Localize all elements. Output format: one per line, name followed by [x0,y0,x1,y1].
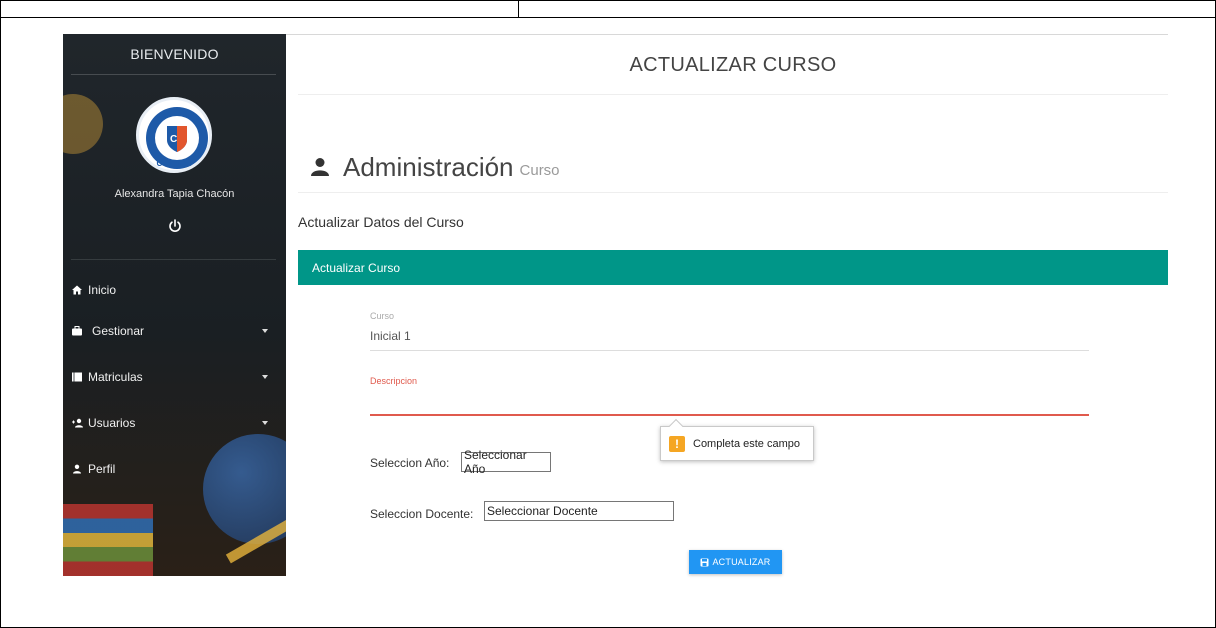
user-icon [70,462,84,476]
admin-title: Administración [343,152,514,182]
actualizar-button[interactable]: ACTUALIZAR [689,550,782,574]
sidebar-item-matriculas[interactable]: Matriculas [63,365,286,389]
sidebar-title-divider [71,74,276,75]
admin-divider [298,192,1168,193]
sidebar-title: BIENVENIDO [130,46,219,62]
sidebar-item-label: Gestionar [92,324,145,338]
sidebar-item-label: Matriculas [88,370,143,384]
section-title: Actualizar Datos del Curso [298,214,464,230]
tooltip-text: Completa este campo [693,437,800,450]
curso-label: Curso [370,311,395,321]
book-icon [70,370,84,384]
save-icon [700,558,709,566]
sidebar-item-label: Inicio [88,283,117,297]
anio-select[interactable]: Seleccionar Año [461,448,551,476]
anio-label: Seleccion Año: [370,456,450,470]
svg-text:C: C [170,134,177,145]
top-divider [286,34,1168,35]
home-icon [70,283,84,297]
decor-books [63,504,153,576]
sidebar-item-perfil[interactable]: Perfil [63,457,286,481]
power-icon[interactable] [167,218,183,234]
admin-subtitle: Curso [519,162,560,179]
sidebar-item-label: Usuarios [88,416,136,430]
actualizar-label: ACTUALIZAR [712,557,771,567]
briefcase-icon [70,324,84,338]
school-logo: C CUMBRE [136,97,212,173]
user-icon [309,156,331,178]
users-icon [70,416,84,430]
sidebar-item-gestionar[interactable]: Gestionar [63,319,286,343]
user-name: Alexandra Tapia Chacón [114,188,235,200]
chevron-down-icon [262,375,268,379]
admin-heading: Administración Curso [309,150,560,184]
chevron-down-icon [262,329,268,333]
frame-top-row [1,1,1216,18]
title-divider [298,94,1168,95]
validation-tooltip: ! Completa este campo [660,418,814,461]
chevron-down-icon [262,421,268,425]
curso-field[interactable]: Inicial 1 [370,329,411,343]
decor-blob [63,94,103,154]
panel-header: Actualizar Curso [298,250,1168,285]
descripcion-label: Descripcion [370,376,418,386]
sidebar-item-usuarios[interactable]: Usuarios [63,411,286,435]
curso-underline [370,350,1089,351]
sidebar-divider [71,259,276,260]
frame-top-divider [518,1,519,18]
docente-select[interactable]: Seleccionar Docente [484,501,674,521]
sidebar-item-inicio[interactable]: Inicio [63,278,286,302]
page-title: ACTUALIZAR CURSO [629,54,837,76]
logo-text: CUMBRE [156,159,192,168]
descripcion-field[interactable] [370,392,1089,416]
warning-icon: ! [669,435,685,452]
sidebar-item-label: Perfil [88,462,116,476]
sidebar: BIENVENIDO C CUMBRE Alexandra Tapia Chac… [63,34,286,576]
docente-label: Seleccion Docente: [370,507,474,521]
